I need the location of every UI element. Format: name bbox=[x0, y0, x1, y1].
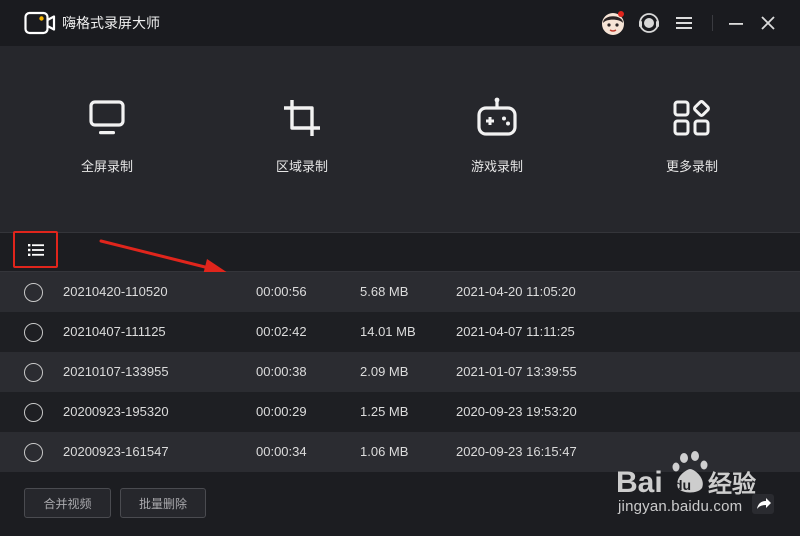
close-button[interactable] bbox=[755, 10, 781, 36]
table-row[interactable]: 20200923-195320 00:00:29 1.25 MB 2020-09… bbox=[0, 392, 800, 432]
crop-icon bbox=[284, 100, 320, 136]
minimize-button[interactable] bbox=[723, 10, 749, 36]
gamepad-icon bbox=[477, 97, 517, 136]
title-bar: 嗨格式录屏大师 bbox=[0, 0, 800, 46]
row-select-radio[interactable] bbox=[24, 363, 43, 382]
list-view-toggle[interactable] bbox=[13, 231, 58, 268]
camera-logo-icon bbox=[24, 11, 56, 35]
file-name: 20210420-110520 bbox=[63, 284, 168, 299]
table-row[interactable]: 20210107-133955 00:00:38 2.09 MB 2021-01… bbox=[0, 352, 800, 392]
table-row[interactable]: 20200923-161547 00:00:34 1.06 MB 2020-09… bbox=[0, 432, 800, 472]
file-size: 14.01 MB bbox=[360, 324, 416, 339]
file-name: 20200923-161547 bbox=[63, 444, 169, 459]
headset-icon bbox=[639, 13, 659, 33]
file-name: 20210107-133955 bbox=[63, 364, 169, 379]
mode-label: 更多录制 bbox=[665, 159, 718, 174]
row-select-radio[interactable] bbox=[24, 283, 43, 302]
fullscreen-record-button[interactable]: 全屏录制 bbox=[47, 96, 167, 186]
file-duration: 00:00:38 bbox=[256, 364, 307, 379]
file-date: 2020-09-23 19:53:20 bbox=[456, 404, 577, 419]
table-row[interactable]: 20210420-110520 00:00:56 5.68 MB 2021-04… bbox=[0, 272, 800, 312]
user-avatar-button[interactable] bbox=[598, 8, 628, 38]
file-size: 2.09 MB bbox=[360, 364, 409, 379]
menu-button[interactable] bbox=[671, 10, 697, 36]
merge-videos-button[interactable]: 合并视频 bbox=[24, 488, 111, 518]
more-record-button[interactable]: 更多录制 bbox=[632, 96, 752, 186]
file-name: 20200923-195320 bbox=[63, 404, 169, 419]
table-row[interactable]: 20210407-111125 00:02:42 14.01 MB 2021-0… bbox=[0, 312, 800, 352]
batch-delete-button[interactable]: 批量删除 bbox=[120, 488, 206, 518]
share-icon[interactable] bbox=[752, 494, 774, 514]
game-record-button[interactable]: 游戏录制 bbox=[437, 96, 557, 186]
row-select-radio[interactable] bbox=[24, 323, 43, 342]
mode-label: 游戏录制 bbox=[470, 159, 523, 174]
titlebar-divider bbox=[712, 15, 713, 31]
minimize-icon bbox=[729, 23, 743, 25]
file-size: 1.06 MB bbox=[360, 444, 409, 459]
mode-label: 全屏录制 bbox=[80, 159, 133, 174]
file-date: 2021-04-07 11:11:25 bbox=[456, 324, 575, 339]
file-size: 1.25 MB bbox=[360, 404, 409, 419]
list-icon bbox=[27, 243, 44, 256]
file-size: 5.68 MB bbox=[360, 284, 409, 299]
avatar-icon bbox=[602, 11, 624, 35]
support-button[interactable] bbox=[636, 10, 662, 36]
grid-icon bbox=[673, 100, 710, 136]
mode-label: 区域录制 bbox=[275, 159, 328, 174]
hamburger-menu-icon bbox=[676, 17, 692, 29]
recordings-list: 20210420-110520 00:00:56 5.68 MB 2021-04… bbox=[0, 272, 800, 472]
file-duration: 00:00:56 bbox=[256, 284, 307, 299]
list-toolbar bbox=[0, 231, 800, 272]
row-select-radio[interactable] bbox=[24, 403, 43, 422]
svg-text:du: du bbox=[674, 477, 691, 493]
file-date: 2021-01-07 13:39:55 bbox=[456, 364, 577, 379]
close-icon bbox=[761, 16, 775, 30]
region-record-button[interactable]: 区域录制 bbox=[242, 96, 362, 186]
file-date: 2021-04-20 11:05:20 bbox=[456, 284, 576, 299]
recording-modes-panel: 全屏录制 区域录制 游戏录制 更多录制 bbox=[0, 46, 800, 232]
monitor-icon bbox=[89, 100, 125, 135]
file-date: 2020-09-23 16:15:47 bbox=[456, 444, 577, 459]
file-name: 20210407-111125 bbox=[63, 324, 166, 339]
app-title: 嗨格式录屏大师 bbox=[62, 15, 160, 31]
svg-text:经验: 经验 bbox=[708, 470, 756, 498]
row-select-radio[interactable] bbox=[24, 443, 43, 462]
file-duration: 00:00:34 bbox=[256, 444, 307, 459]
file-duration: 00:00:29 bbox=[256, 404, 307, 419]
watermark-url: jingyan.baidu.com bbox=[618, 498, 743, 515]
file-duration: 00:02:42 bbox=[256, 324, 307, 339]
